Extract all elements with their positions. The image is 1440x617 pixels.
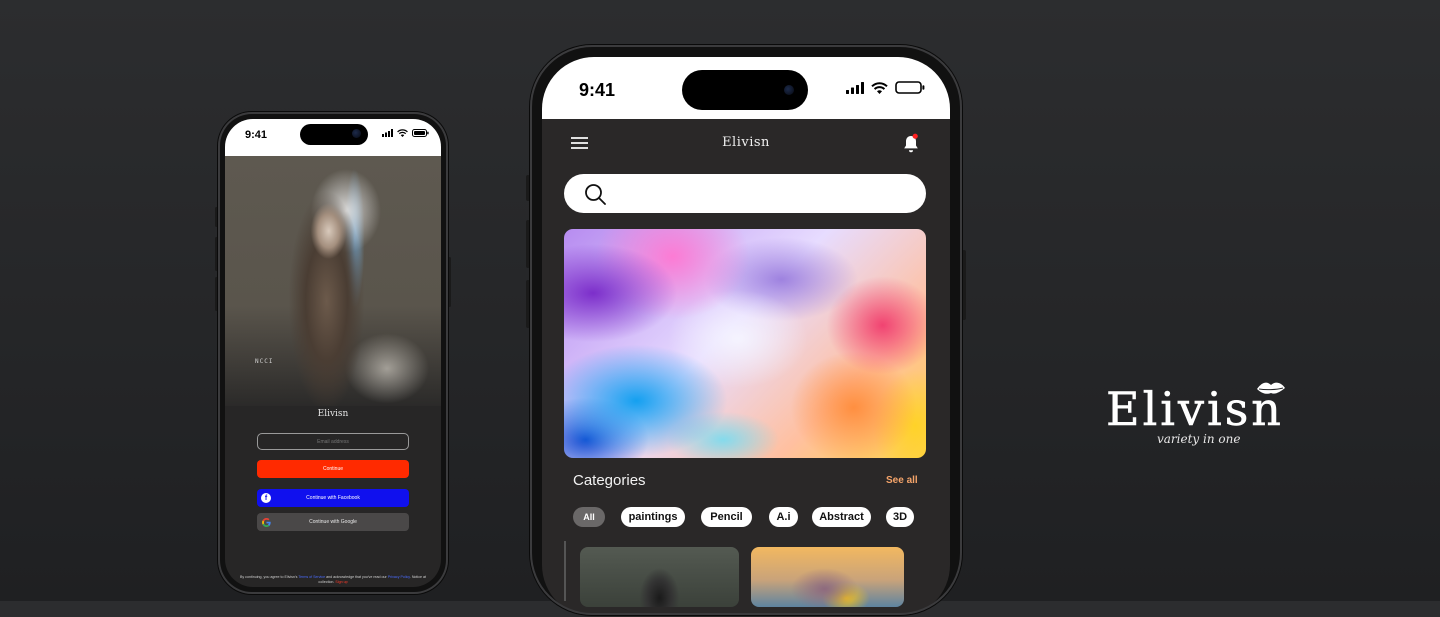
category-chip-3d[interactable]: 3D [886,507,914,527]
chip-label: Pencil [710,511,743,523]
category-chip-ai[interactable]: A.i [769,507,798,527]
google-button-label: Continue with Google [309,519,357,525]
phone-side-button [448,257,451,307]
battery-icon [412,129,429,137]
status-icons [846,81,925,94]
status-bar: 9:41 [542,57,950,119]
category-chip-abstract[interactable]: Abstract [812,507,871,527]
dynamic-island [300,124,368,145]
brand-logo: Elivisn [317,409,349,419]
chip-label: Abstract [819,511,864,523]
category-chip-all[interactable]: All [573,507,605,527]
continue-with-facebook-button[interactable]: f Continue with Facebook [257,489,409,507]
home-screen: 9:41 Elivisn Categories See all All pain… [542,57,950,617]
notification-dot [912,133,918,139]
status-time: 9:41 [579,80,616,100]
see-all-link[interactable]: See all [886,475,918,486]
category-chip-pencil[interactable]: Pencil [701,507,752,527]
camera-icon [352,129,361,138]
login-screen: 9:41 NCCI Elivisn Continue f Continue wi… [225,119,441,587]
hero-artwork-image: NCCI [225,156,441,406]
brand-logo: Elivisn [722,135,770,150]
search-bar[interactable] [564,174,926,213]
status-bar: 9:41 [225,119,441,156]
continue-with-google-button[interactable]: Continue with Google [257,513,409,531]
phone-side-button [526,175,530,201]
legal-text: By continuing, you agree to Elivisn's Te… [237,575,429,585]
signup-link[interactable]: Sign up [335,580,347,584]
wifi-icon [871,81,888,94]
home-phone-mockup: 9:41 Elivisn Categories See all All pain… [526,45,966,617]
featured-artwork-banner[interactable] [564,229,926,458]
phone-side-button [526,280,530,328]
chip-label: All [583,512,595,522]
bell-icon[interactable] [901,133,921,155]
elivisn-logo: Elivisn variety in one [1100,378,1300,458]
status-icons [382,129,429,137]
phone-side-button [962,250,966,320]
phone-side-button [215,237,218,271]
phone-side-button [215,277,218,311]
chip-label: paintings [628,511,678,523]
facebook-icon: f [261,493,271,503]
facebook-button-label: Continue with Facebook [306,495,360,501]
logo-tagline: variety in one [1157,432,1241,446]
artwork-signature: NCCI [255,358,274,365]
legal-prefix: By continuing, you agree to Elivisn's [239,575,298,579]
signal-icon [382,129,393,137]
legal-middle: and acknowledge that you've read our [326,575,387,579]
privacy-link[interactable]: Privacy Policy [388,575,410,579]
login-phone-mockup: 9:41 NCCI Elivisn Continue f Continue wi… [215,112,451,594]
artwork-thumbnail[interactable] [751,547,904,607]
categories-heading: Categories [573,472,646,489]
email-field[interactable] [257,433,409,450]
scroll-indicator [564,541,566,601]
dynamic-island [682,70,808,110]
google-icon [261,517,271,527]
wifi-icon [397,129,408,137]
terms-link[interactable]: Terms of Service [298,575,325,579]
camera-icon [784,85,794,95]
category-chip-paintings[interactable]: paintings [621,507,685,527]
continue-button-label: Continue [322,466,343,472]
search-icon [585,184,606,205]
chip-label: 3D [892,511,908,523]
logo-wordmark: Elivisn [1106,382,1284,436]
app-header: Elivisn [542,119,950,169]
artwork-thumbnail[interactable] [580,547,739,607]
status-time: 9:41 [245,129,268,141]
phone-side-button [526,220,530,268]
battery-icon [895,81,925,94]
signal-icon [846,81,864,94]
continue-button[interactable]: Continue [257,460,409,478]
phone-side-button [215,207,218,227]
chip-label: A.i [776,511,791,523]
